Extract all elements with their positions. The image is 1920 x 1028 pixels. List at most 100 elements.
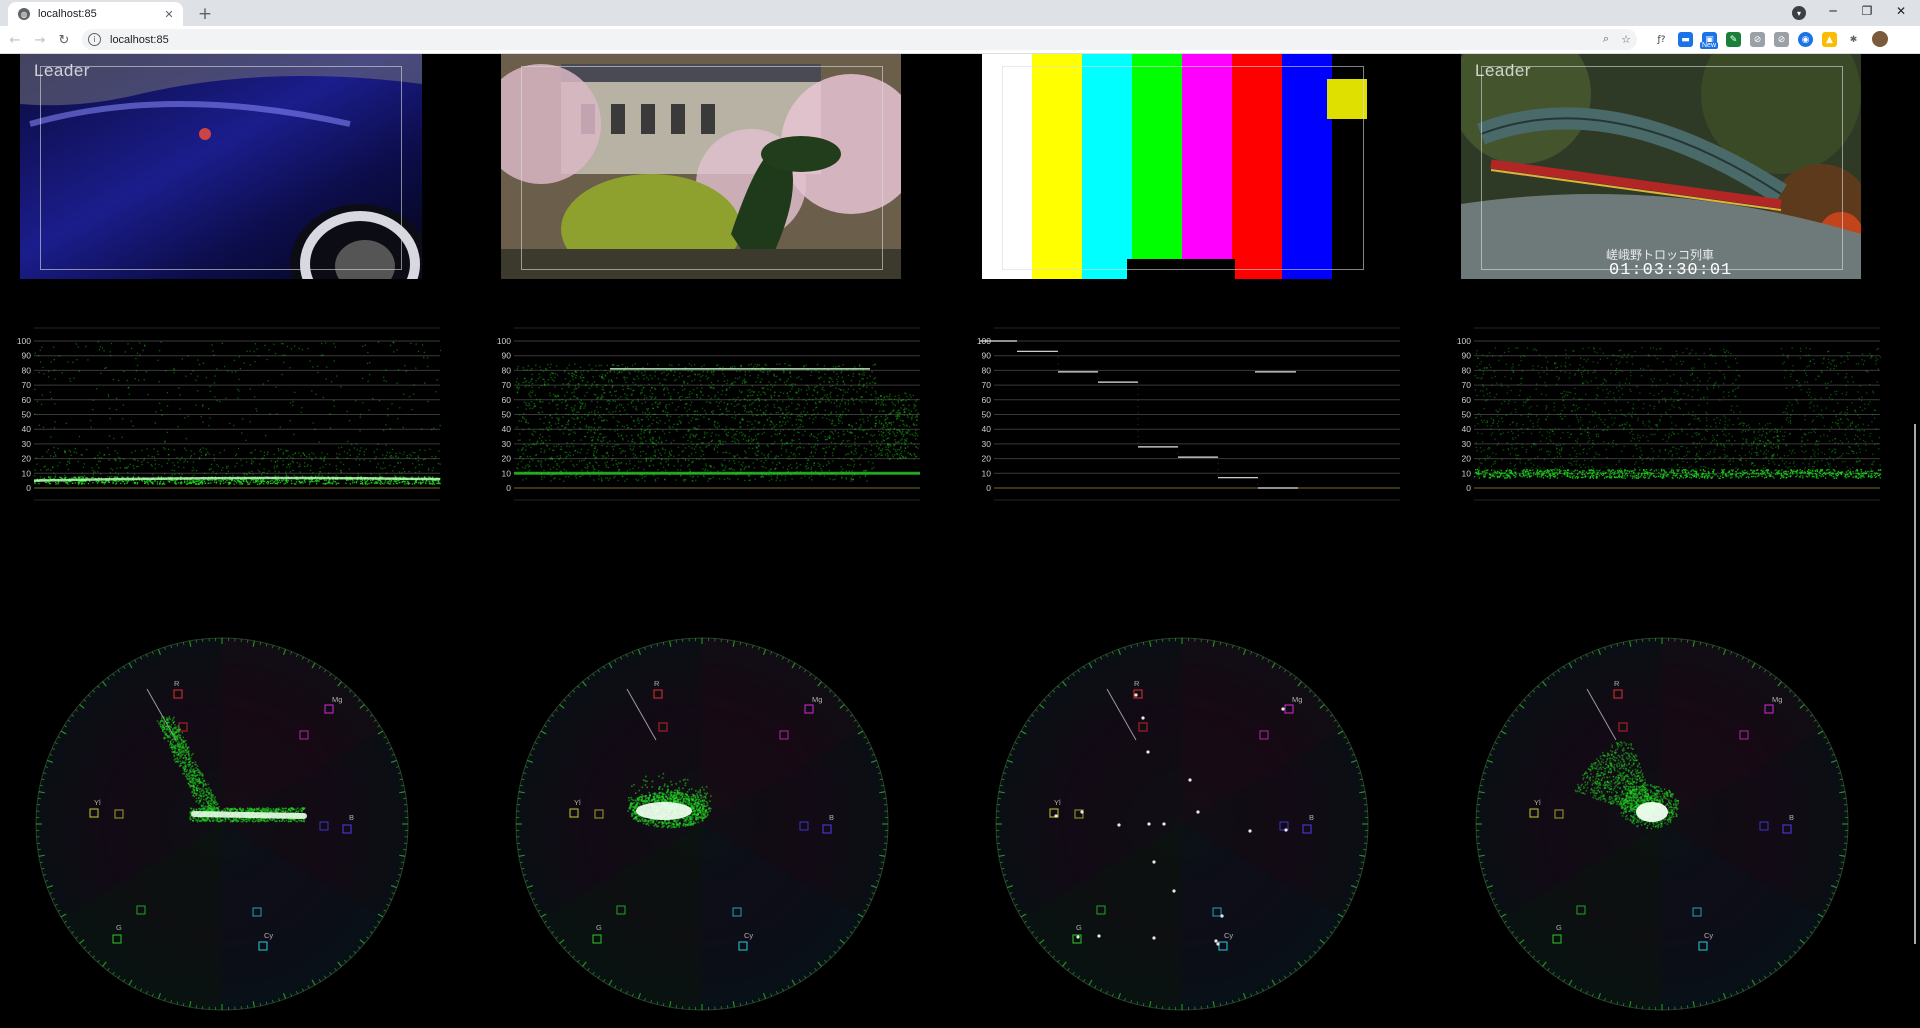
target-label-yl: Yl <box>574 798 581 807</box>
target-label-yl: Yl <box>1534 798 1541 807</box>
waveform-scale-label: 30 <box>982 439 992 449</box>
waveform-scale-label: 90 <box>22 351 32 361</box>
extension-blue-icon[interactable]: ▬ <box>1678 32 1693 47</box>
target-label-yl: Yl <box>1054 798 1061 807</box>
vectorscope-2-core <box>636 802 692 820</box>
waveform-4[interactable]: 1009080706050403020100 <box>1440 326 1888 526</box>
extension-block2-icon[interactable]: ⊘ <box>1774 32 1789 47</box>
video-thumbnail-train[interactable]: Leader 嵯峨野トロッコ列車 01:03:30:01 <box>1461 54 1861 279</box>
timecode: 01:03:30:01 <box>1609 261 1733 279</box>
target-label-r: R <box>654 679 660 688</box>
target-label-r: R <box>1614 679 1620 688</box>
minimize-button[interactable]: ─ <box>1818 0 1848 22</box>
back-button[interactable]: ← <box>5 30 25 50</box>
target-label-r: R <box>1134 679 1140 688</box>
waveform-1[interactable]: 1009080706050403020100 <box>0 326 448 526</box>
tab-title: localhost:85 <box>38 8 97 20</box>
bookmark-star-icon[interactable]: ☆ <box>1617 30 1635 48</box>
target-label-g: G <box>1076 923 1082 932</box>
leader-logo: Leader <box>1475 61 1531 80</box>
vectorscope-1[interactable]: R Mg B Cy G Yl <box>24 626 420 1022</box>
waveform-monitor-page: Leader Leader 嵯峨野トロッコ列車 01:03:30:01 100 … <box>0 54 1920 1028</box>
waveform-scale-label: 40 <box>1462 424 1472 434</box>
video-thumbnail-car[interactable]: Leader <box>20 54 422 279</box>
waveform-scale-label: 70 <box>1462 380 1472 390</box>
target-label-b: B <box>1789 813 1794 822</box>
target-label-b: B <box>1309 813 1314 822</box>
target-label-g: G <box>1556 923 1562 932</box>
waveform-scale-label: 100 <box>497 336 511 346</box>
extension-drive-icon[interactable]: ▲ <box>1822 32 1837 47</box>
new-badge: New <box>1700 42 1719 49</box>
close-tab-icon[interactable]: ✕ <box>161 6 177 22</box>
waveform-scale-label: 60 <box>502 395 512 405</box>
target-label-mg: Mg <box>1772 695 1782 704</box>
target-label-g: G <box>116 923 122 932</box>
forward-button[interactable]: → <box>30 30 50 50</box>
extension-fx-icon[interactable]: ƒ? <box>1654 32 1669 47</box>
avatar[interactable] <box>1872 31 1888 47</box>
vectorscope-4[interactable]: R Mg B Cy G Yl <box>1464 626 1860 1022</box>
vectorscope-3[interactable]: R Mg B Cy G Yl <box>984 626 1380 1022</box>
vectorscope-4-core <box>1636 802 1668 822</box>
video-thumbnail-garden[interactable] <box>501 54 901 279</box>
waveform-scale-label: 50 <box>1462 410 1472 420</box>
waveform-scale-label: 90 <box>1462 351 1472 361</box>
extension-camera-icon[interactable]: ◉ <box>1798 32 1813 47</box>
vectorscope-2[interactable]: R Mg B Cy G Yl <box>504 626 900 1022</box>
new-tab-button[interactable]: + <box>195 4 215 24</box>
waveform-scale-label: 90 <box>502 351 512 361</box>
close-window-button[interactable]: ✕ <box>1886 0 1916 22</box>
waveform-scale-label: 100 <box>17 336 31 346</box>
profile-menu-icon[interactable]: ▾ <box>1792 6 1806 20</box>
scrollbar[interactable] <box>1914 424 1916 944</box>
waveform-scale-label: 70 <box>982 380 992 390</box>
extension-edit-icon[interactable]: ✎ <box>1726 32 1741 47</box>
extension-block-icon[interactable]: ⊘ <box>1750 32 1765 47</box>
target-label-mg: Mg <box>812 695 822 704</box>
waveform-scale-label: 10 <box>22 468 32 478</box>
browser-tab[interactable]: ◍ localhost:85 ✕ <box>8 2 183 26</box>
color-bars-image <box>982 54 1382 279</box>
waveform-scale-label: 60 <box>1462 395 1472 405</box>
waveform-scale-label: 10 <box>502 468 512 478</box>
waveform-scale-label: 20 <box>502 454 512 464</box>
globe-icon: ◍ <box>18 8 30 20</box>
target-label-cy: Cy <box>1224 931 1233 940</box>
waveform-scale-label: 30 <box>502 439 512 449</box>
waveform-scale-label: 0 <box>506 483 511 493</box>
car-image <box>20 54 422 279</box>
restore-button[interactable]: ❐ <box>1852 0 1882 22</box>
leader-logo: Leader <box>34 61 90 80</box>
url-text[interactable]: localhost:85 <box>110 34 169 46</box>
video-thumbnail-colorbars[interactable] <box>982 54 1382 279</box>
target-label-yl: Yl <box>94 798 101 807</box>
waveform-scale-label: 50 <box>502 410 512 420</box>
waveform-scale-label: 50 <box>22 410 32 420</box>
waveform-scale-label: 60 <box>22 395 32 405</box>
waveform-scale-label: 100 <box>1457 336 1471 346</box>
reload-button[interactable]: ↻ <box>54 30 74 50</box>
waveform-scale-label: 90 <box>982 351 992 361</box>
address-bar[interactable]: i localhost:85 ⌕ ☆ <box>82 29 1637 50</box>
waveform-scale-label: 60 <box>982 395 992 405</box>
target-label-mg: Mg <box>1292 695 1302 704</box>
waveform-scale-label: 30 <box>1462 439 1472 449</box>
garden-image <box>501 54 901 279</box>
zoom-icon[interactable]: ⌕ <box>1597 30 1615 48</box>
waveform-scale-label: 0 <box>1466 483 1471 493</box>
extensions-puzzle-icon[interactable]: ✱ <box>1846 32 1861 47</box>
site-info-icon[interactable]: i <box>88 33 101 46</box>
waveform-scale-label: 20 <box>22 454 32 464</box>
waveform-scale-label: 40 <box>502 424 512 434</box>
waveform-scale-label: 70 <box>502 380 512 390</box>
waveform-scale-label: 80 <box>982 365 992 375</box>
vectorscope-1-core <box>191 811 307 819</box>
waveform-scale-label: 80 <box>502 365 512 375</box>
waveform-1-trace <box>34 341 442 485</box>
waveform-2-trace <box>516 363 919 483</box>
waveform-scale-label: 50 <box>982 410 992 420</box>
browser-tab-strip: ◍ localhost:85 ✕ + ▾ ─ ❐ ✕ <box>0 0 1920 26</box>
waveform-2[interactable]: 1009080706050403020100 <box>480 326 928 526</box>
waveform-3[interactable]: 1009080706050403020100 <box>960 326 1408 526</box>
